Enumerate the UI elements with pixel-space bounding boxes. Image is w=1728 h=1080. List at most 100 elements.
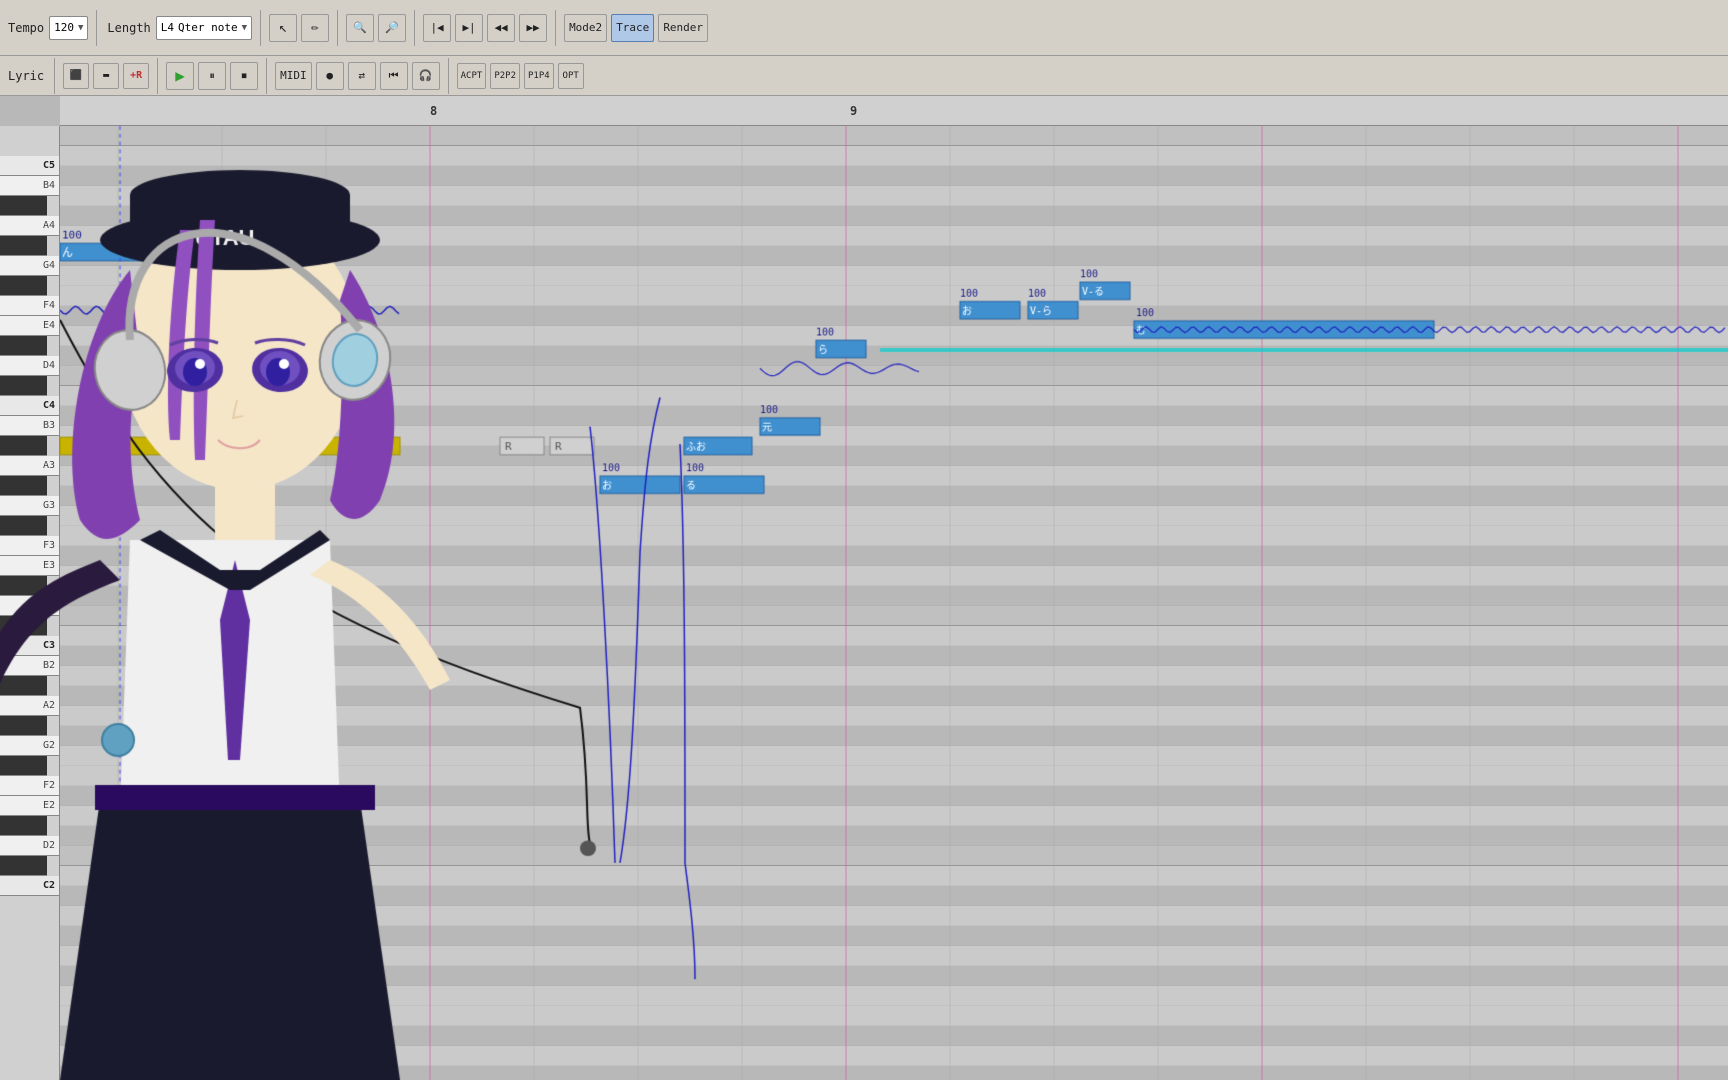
zoom-in-button[interactable]: 🔍: [346, 14, 374, 42]
key-c3[interactable]: C3: [0, 636, 59, 656]
goto-start-button[interactable]: |◀: [423, 14, 451, 42]
sep5: [555, 10, 556, 46]
key-fs4[interactable]: [0, 276, 47, 296]
mode2-button[interactable]: Mode2: [564, 14, 607, 42]
key-as4[interactable]: [0, 196, 47, 216]
stop-button[interactable]: ⏹: [230, 62, 258, 90]
key-f4[interactable]: F4: [0, 296, 59, 316]
tempo-value: 120: [54, 21, 74, 34]
pause-button[interactable]: ⏸: [198, 62, 226, 90]
length-label: Length: [105, 21, 152, 35]
p2p2-label: P2P2: [494, 71, 516, 81]
key-c2[interactable]: C2: [0, 876, 59, 896]
acpt-button[interactable]: ACPT: [457, 63, 487, 89]
play-button[interactable]: ▶: [166, 62, 194, 90]
length-unit: Qter note: [178, 21, 238, 34]
next-note-button[interactable]: ▶▶: [519, 14, 547, 42]
opt-button[interactable]: OPT: [558, 63, 584, 89]
key-gs2[interactable]: [0, 716, 47, 736]
pencil-icon: [311, 20, 319, 35]
sep3: [337, 10, 338, 46]
key-ds3[interactable]: [0, 576, 47, 596]
r-button[interactable]: +R: [123, 63, 149, 89]
key-ds2[interactable]: [0, 816, 47, 836]
key-b2[interactable]: B2: [0, 656, 59, 676]
key-c4[interactable]: C4: [0, 396, 59, 416]
trace-button[interactable]: Trace: [611, 14, 654, 42]
tempo-dropdown[interactable]: 120 ▼: [49, 16, 88, 40]
length-dropdown[interactable]: L4 Qter note ▼: [156, 16, 252, 40]
grid-area[interactable]: [60, 126, 1728, 1080]
key-d3[interactable]: D3: [0, 596, 59, 616]
headphone-icon: 🎧: [419, 69, 433, 82]
key-c5[interactable]: C5: [0, 156, 59, 176]
zoom-out-button[interactable]: 🔎: [378, 14, 406, 42]
mode2-label: Mode2: [569, 21, 602, 34]
key-a4[interactable]: A4: [0, 216, 59, 236]
zoom-out-icon: 🔎: [385, 21, 399, 34]
prev-note-button[interactable]: ◀◀: [487, 14, 515, 42]
render-label: Render: [663, 21, 703, 34]
key-gs4[interactable]: [0, 236, 47, 256]
sep2: [260, 10, 261, 46]
pianoroll: 8 9 C5 B4 A4 G4 F4 E4 D4 C4 B3 A3 G3 F3 …: [0, 96, 1728, 1080]
measure-bar: 8 9: [60, 96, 1728, 126]
key-f2[interactable]: F2: [0, 776, 59, 796]
key-cs3[interactable]: [0, 616, 47, 636]
key-g2[interactable]: G2: [0, 736, 59, 756]
prev-note-icon: ◀◀: [494, 21, 507, 34]
render-button[interactable]: Render: [658, 14, 708, 42]
goto-start-icon: |◀: [430, 21, 443, 34]
edit-button[interactable]: ▬: [93, 63, 119, 89]
key-b3[interactable]: B3: [0, 416, 59, 436]
key-d4[interactable]: D4: [0, 356, 59, 376]
key-e4[interactable]: E4: [0, 316, 59, 336]
pencil-tool-button[interactable]: [301, 14, 329, 42]
sep8: [266, 58, 267, 94]
cursor-tool-button[interactable]: [269, 14, 297, 42]
key-fs2[interactable]: [0, 756, 47, 776]
key-f3[interactable]: F3: [0, 536, 59, 556]
sep9: [448, 58, 449, 94]
toolbar-row1: Tempo 120 ▼ Length L4 Qter note ▼ 🔍 🔎 |◀…: [0, 0, 1728, 56]
p1p4-label: P1P4: [528, 71, 550, 81]
key-ds4[interactable]: [0, 336, 47, 356]
edit-icon: ▬: [103, 70, 109, 81]
key-as2[interactable]: [0, 676, 47, 696]
opt-label: OPT: [563, 71, 579, 81]
key-g4[interactable]: G4: [0, 256, 59, 276]
rewind-button[interactable]: ⏮: [380, 62, 408, 90]
loop-button[interactable]: ⇄: [348, 62, 376, 90]
sep7: [157, 58, 158, 94]
key-g3[interactable]: G3: [0, 496, 59, 516]
key-gs3[interactable]: [0, 476, 47, 496]
key-a2[interactable]: A2: [0, 696, 59, 716]
key-e3[interactable]: E3: [0, 556, 59, 576]
midi-button[interactable]: MIDI: [275, 62, 312, 90]
sep4: [414, 10, 415, 46]
key-a3[interactable]: A3: [0, 456, 59, 476]
key-as3[interactable]: [0, 436, 47, 456]
dot-button[interactable]: ●: [316, 62, 344, 90]
key-cs4[interactable]: [0, 376, 47, 396]
play-icon: ▶: [175, 66, 185, 85]
p1p4-button[interactable]: P1P4: [524, 63, 554, 89]
p2p2-button[interactable]: P2P2: [490, 63, 520, 89]
pause-icon: ⏸: [209, 69, 215, 83]
headphone-button[interactable]: 🎧: [412, 62, 440, 90]
key-cs2[interactable]: [0, 856, 47, 876]
key-e2[interactable]: E2: [0, 796, 59, 816]
loop-icon: ⇄: [358, 69, 365, 82]
record-button[interactable]: ⬛: [63, 63, 89, 89]
sep6: [54, 58, 55, 94]
key-b4[interactable]: B4: [0, 176, 59, 196]
goto-end-button[interactable]: ▶|: [455, 14, 483, 42]
key-fs3[interactable]: [0, 516, 47, 536]
dot-icon: ●: [326, 69, 333, 82]
midi-label: MIDI: [280, 69, 307, 82]
length-section: Length L4 Qter note ▼: [105, 16, 252, 40]
stop-icon: ⏹: [241, 69, 247, 83]
tempo-arrow: ▼: [78, 23, 83, 33]
key-d2[interactable]: D2: [0, 836, 59, 856]
record-icon: ⬛: [70, 70, 82, 81]
